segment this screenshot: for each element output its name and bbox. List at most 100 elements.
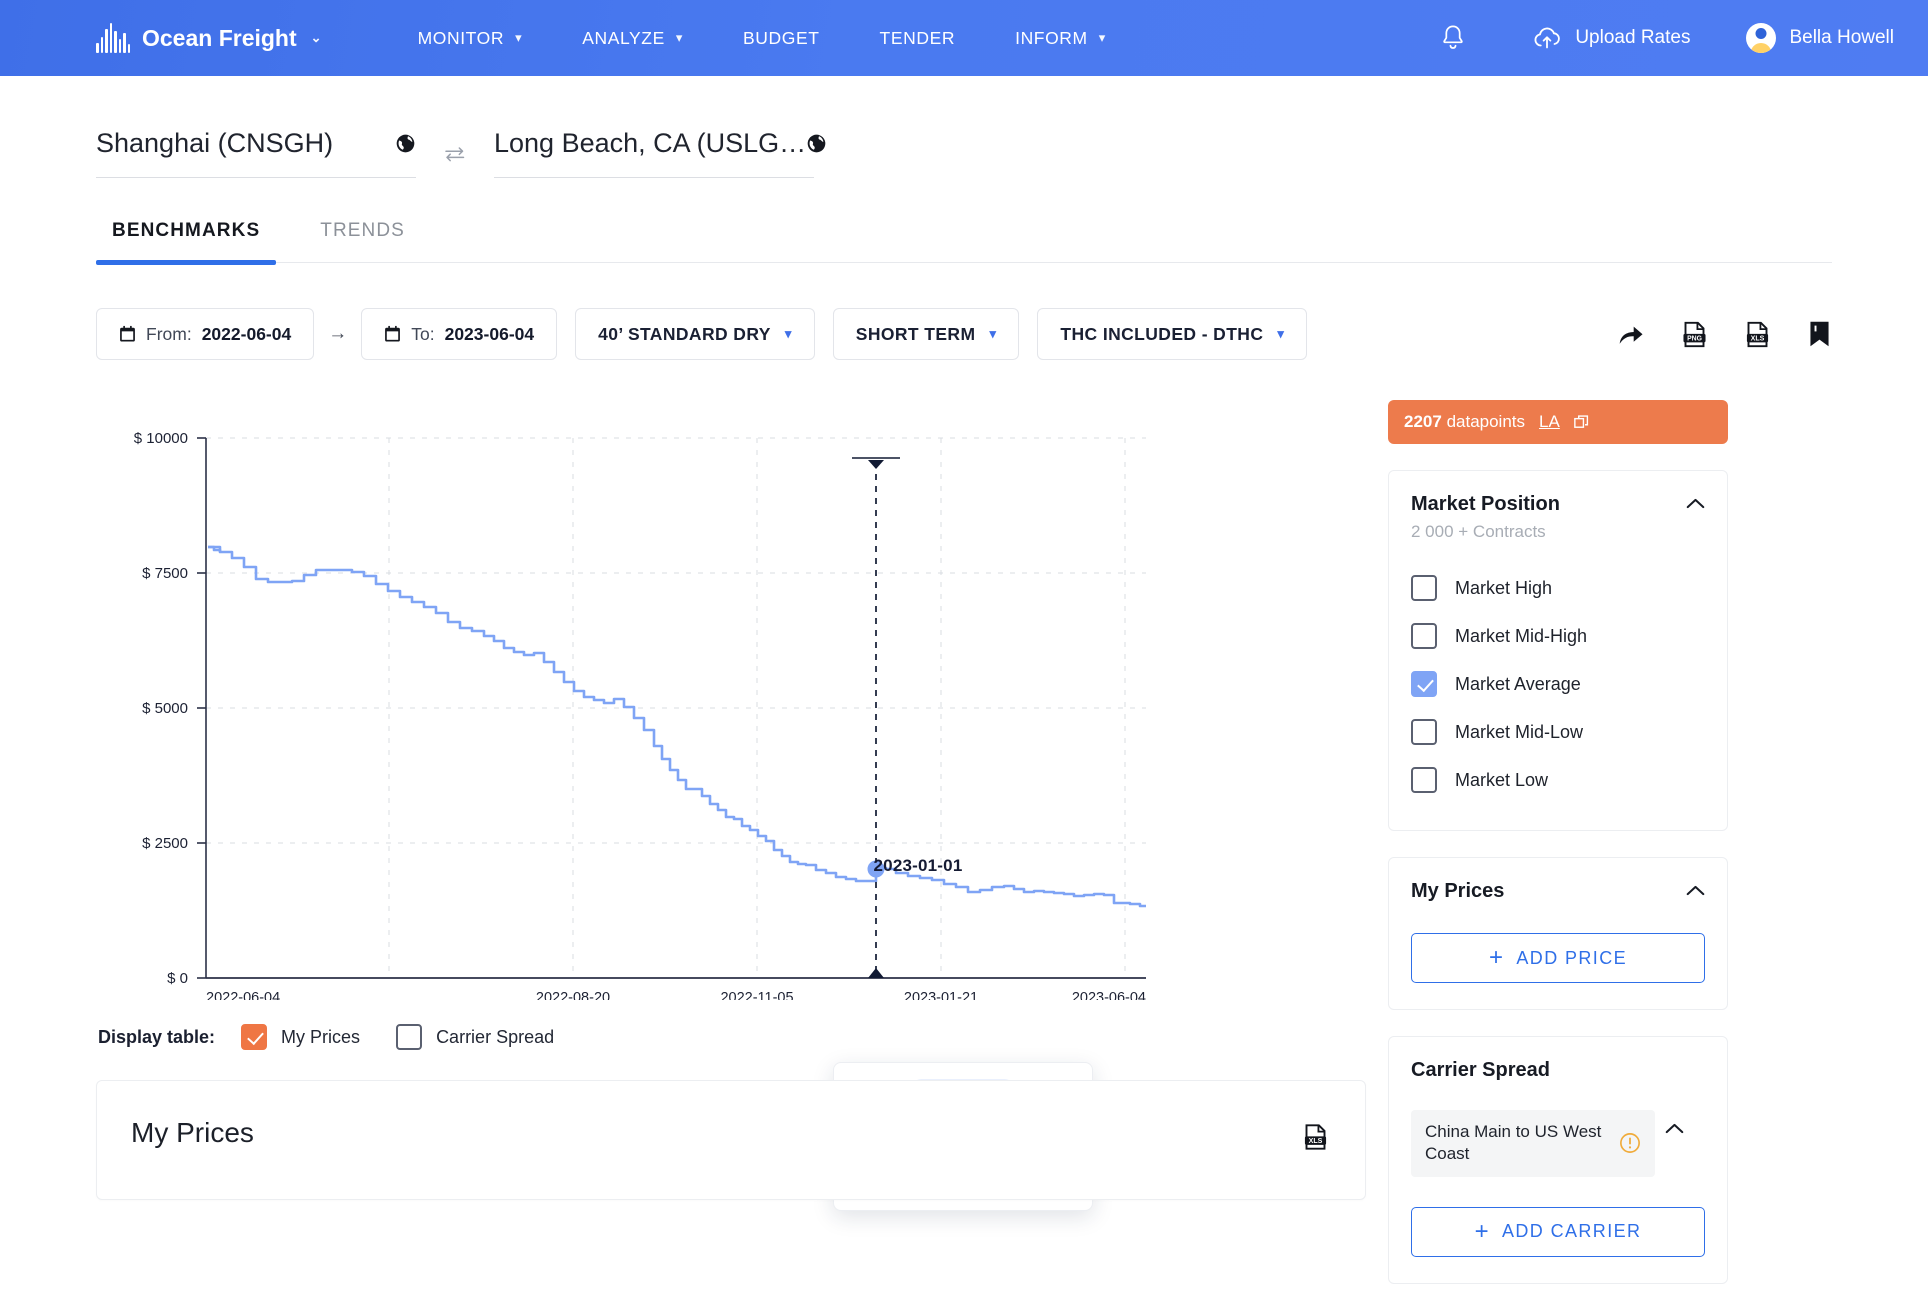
swap-arrows-icon bbox=[445, 147, 465, 162]
svg-text:2023-06-04: 2023-06-04 bbox=[1072, 990, 1146, 1000]
nav-item-monitor[interactable]: MONITOR ▾ bbox=[388, 28, 553, 49]
user-name-label: Bella Howell bbox=[1789, 27, 1894, 48]
chevron-up-icon[interactable] bbox=[1665, 1110, 1684, 1140]
svg-text:$ 10000: $ 10000 bbox=[134, 430, 188, 447]
option-market-mid-low[interactable]: Market Mid-Low bbox=[1411, 708, 1705, 756]
export-png-icon[interactable]: PNG bbox=[1681, 321, 1708, 348]
tab-trends[interactable]: TRENDS bbox=[304, 220, 421, 262]
checkbox-display-carrier-spread[interactable] bbox=[396, 1024, 423, 1050]
upload-rates-label: Upload Rates bbox=[1575, 27, 1691, 48]
warning-circle-icon[interactable] bbox=[1619, 1132, 1641, 1154]
nav-item-inform[interactable]: INFORM ▾ bbox=[985, 28, 1136, 49]
upload-rates-button[interactable]: Upload Rates bbox=[1500, 25, 1722, 51]
checkbox-market-mid-high[interactable] bbox=[1411, 623, 1437, 649]
nav-label-inform: INFORM bbox=[1015, 27, 1088, 48]
my-prices-title: My Prices bbox=[1411, 880, 1505, 902]
option-market-high[interactable]: Market High bbox=[1411, 564, 1705, 612]
calendar-icon bbox=[385, 325, 401, 342]
globe-icon[interactable] bbox=[395, 133, 416, 154]
nav-item-budget[interactable]: BUDGET bbox=[713, 28, 850, 49]
origin-port-field[interactable]: Shanghai (CNSGH) bbox=[96, 128, 416, 178]
bookmark-icon[interactable] bbox=[1807, 320, 1832, 348]
contract-term-value: SHORT TERM bbox=[855, 323, 976, 344]
add-carrier-button[interactable]: + ADD CARRIER bbox=[1411, 1206, 1705, 1257]
nav-item-tender[interactable]: TENDER bbox=[850, 28, 986, 49]
main-content: $ 10000 $ 7500 $ 5000 $ 2500 $ 0 2022-06… bbox=[96, 400, 1832, 1284]
destination-port-field[interactable]: Long Beach, CA (USLG… bbox=[494, 128, 826, 178]
chevron-up-icon[interactable] bbox=[1686, 493, 1705, 515]
share-icon[interactable] bbox=[1617, 321, 1645, 347]
my-prices-panel-title: My Prices bbox=[131, 1117, 254, 1148]
date-to-value: 2023-06-04 bbox=[444, 323, 535, 344]
page-content: Shanghai (CNSGH) Long Beach, CA (USLG… B… bbox=[0, 76, 1928, 1284]
right-sidebar: 2207 datapoints LA Market Position 2 000 bbox=[1388, 400, 1728, 1284]
cloud-upload-icon bbox=[1534, 27, 1561, 49]
carrier-spread-title: Carrier Spread bbox=[1411, 1059, 1550, 1081]
checkbox-market-average[interactable] bbox=[1411, 671, 1437, 697]
checkbox-market-low[interactable] bbox=[1411, 767, 1437, 793]
date-from-picker[interactable]: From: 2022-06-04 bbox=[96, 308, 315, 360]
tab-benchmarks[interactable]: BENCHMARKS bbox=[96, 220, 277, 265]
add-carrier-label: ADD CARRIER bbox=[1502, 1221, 1642, 1242]
carrier-spread-item[interactable]: China Main to US West Coast bbox=[1411, 1110, 1655, 1177]
chevron-down-icon: ⌄ bbox=[310, 30, 322, 45]
option-market-low[interactable]: Market Low bbox=[1411, 756, 1705, 804]
checkbox-label-my-prices: My Prices bbox=[281, 1026, 361, 1047]
contract-term-dropdown[interactable]: SHORT TERM ▾ bbox=[832, 308, 1020, 360]
charges-dropdown[interactable]: THC INCLUDED - DTHC ▾ bbox=[1037, 308, 1308, 360]
my-prices-body: + ADD PRICE bbox=[1389, 903, 1727, 1009]
date-to-picker[interactable]: To: 2023-06-04 bbox=[361, 308, 558, 360]
equipment-type-value: 40’ STANDARD DRY bbox=[598, 323, 771, 344]
plus-icon: + bbox=[1474, 1217, 1490, 1245]
label-market-average: Market Average bbox=[1455, 673, 1581, 694]
export-xls-icon[interactable]: XLS bbox=[1744, 321, 1771, 348]
swap-ports-button[interactable] bbox=[416, 144, 494, 178]
selected-date-marker-caret bbox=[868, 460, 884, 469]
nav-item-analyze[interactable]: ANALYZE ▾ bbox=[552, 28, 713, 49]
svg-text:$ 7500: $ 7500 bbox=[142, 565, 188, 582]
chart-column: $ 10000 $ 7500 $ 5000 $ 2500 $ 0 2022-06… bbox=[96, 400, 1366, 1284]
chevron-up-icon[interactable] bbox=[1686, 880, 1705, 902]
nav-label-budget: BUDGET bbox=[743, 27, 820, 48]
checkbox-market-mid-low[interactable] bbox=[1411, 719, 1437, 745]
charges-value: THC INCLUDED - DTHC bbox=[1060, 323, 1264, 344]
market-position-card: Market Position 2 000 + Contracts Market… bbox=[1388, 470, 1728, 831]
destination-port-value: Long Beach, CA (USLG… bbox=[494, 128, 807, 158]
globe-icon-svg bbox=[807, 134, 826, 153]
bell-icon bbox=[1443, 25, 1464, 49]
market-position-title: Market Position bbox=[1411, 493, 1560, 515]
svg-text:XLS: XLS bbox=[1309, 1137, 1323, 1145]
user-menu[interactable]: Bella Howell bbox=[1722, 23, 1894, 53]
svg-text:XLS: XLS bbox=[1751, 334, 1765, 342]
date-range-arrow-icon: → bbox=[328, 323, 348, 344]
date-from-label: From: bbox=[146, 323, 192, 344]
chevron-down-icon: ▾ bbox=[1277, 326, 1285, 341]
option-market-mid-high[interactable]: Market Mid-High bbox=[1411, 612, 1705, 660]
svg-text:2022-11-05: 2022-11-05 bbox=[720, 990, 793, 1000]
route-selector-row: Shanghai (CNSGH) Long Beach, CA (USLG… bbox=[96, 76, 1832, 178]
market-position-header: Market Position 2 000 + Contracts bbox=[1389, 471, 1727, 542]
nav-label-analyze: ANALYZE bbox=[582, 27, 665, 48]
add-price-button[interactable]: + ADD PRICE bbox=[1411, 933, 1705, 983]
filter-toolbar: From: 2022-06-04 → To: 2023-06-04 40’ ST… bbox=[96, 308, 1832, 360]
external-link-icon[interactable] bbox=[1573, 414, 1589, 430]
option-market-average[interactable]: Market Average bbox=[1411, 660, 1705, 708]
svg-text:$ 0: $ 0 bbox=[167, 970, 188, 987]
my-prices-table-panel: My Prices XLS bbox=[96, 1080, 1366, 1200]
nav-label-monitor: MONITOR bbox=[417, 27, 505, 48]
checkbox-market-high[interactable] bbox=[1411, 575, 1437, 601]
export-xls-icon[interactable]: XLS bbox=[1302, 1123, 1329, 1156]
datapoints-la-link[interactable]: LA bbox=[1539, 412, 1560, 432]
svg-text:$ 5000: $ 5000 bbox=[142, 700, 188, 717]
nav-label-tender: TENDER bbox=[879, 27, 956, 48]
date-to-label: To: bbox=[411, 323, 435, 344]
globe-icon-svg bbox=[396, 134, 415, 153]
brand-ocean-freight[interactable]: Ocean Freight ⌄ bbox=[96, 23, 322, 53]
benchmark-chart[interactable]: $ 10000 $ 7500 $ 5000 $ 2500 $ 0 2022-06… bbox=[96, 400, 1366, 1211]
chevron-down-icon: ▾ bbox=[675, 30, 684, 45]
equalizer-logo-icon bbox=[96, 23, 130, 53]
checkbox-display-my-prices[interactable] bbox=[241, 1024, 268, 1050]
globe-icon[interactable] bbox=[806, 133, 827, 154]
notifications-button[interactable] bbox=[1406, 24, 1500, 52]
equipment-type-dropdown[interactable]: 40’ STANDARD DRY ▾ bbox=[575, 308, 815, 360]
